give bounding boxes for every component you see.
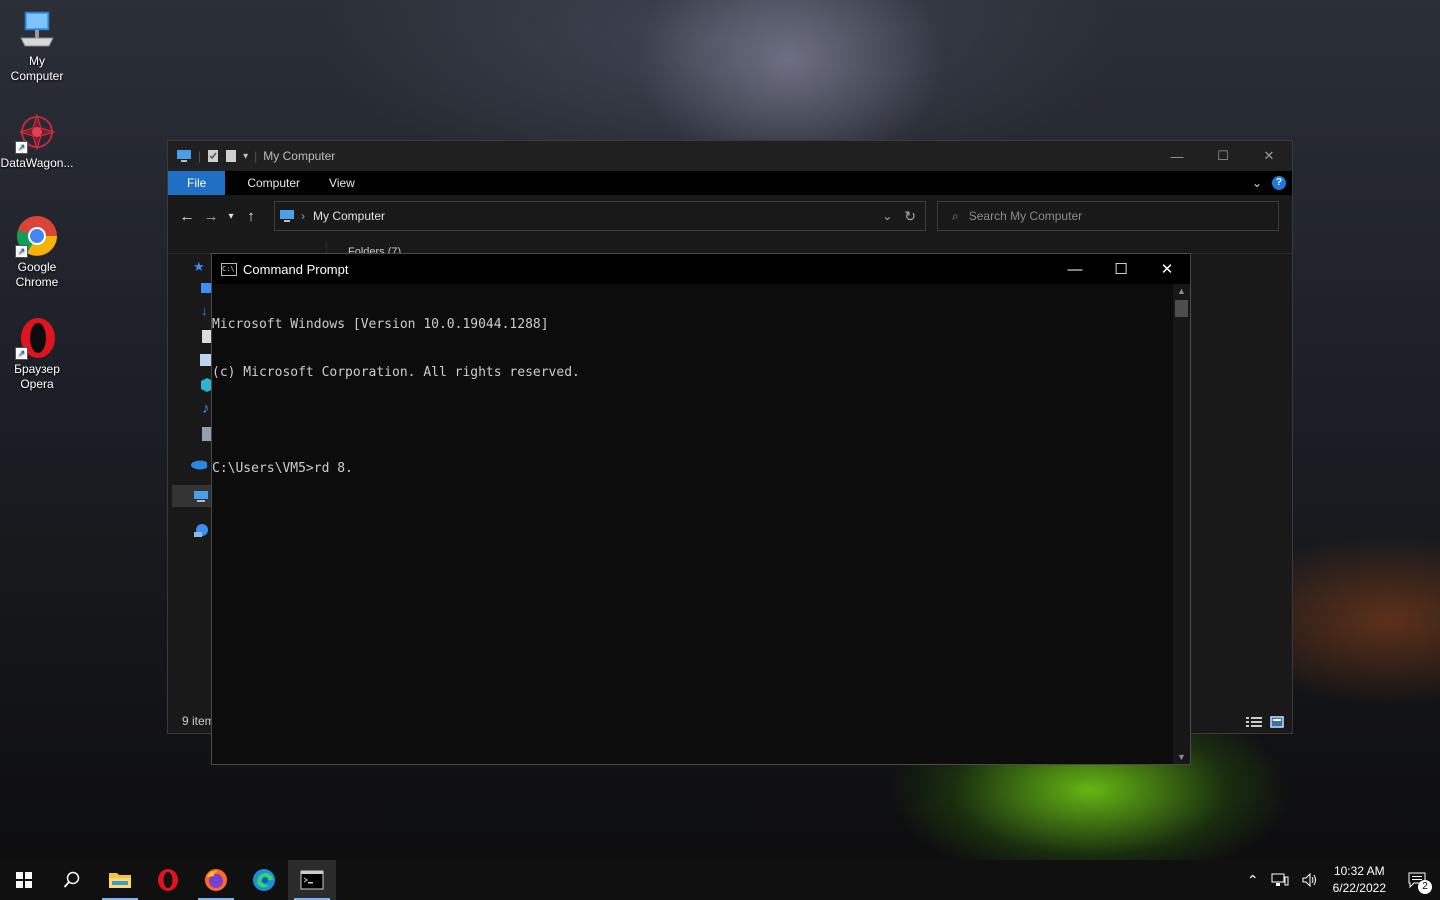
taskbar-firefox[interactable] [192, 860, 240, 900]
notification-badge: 2 [1418, 880, 1432, 894]
tab-file[interactable]: File [168, 171, 226, 195]
network-icon[interactable] [193, 523, 209, 537]
desktop-icon-label: Браузер Opera [14, 362, 60, 391]
desktop-icon-datawagon[interactable]: ↗ DataWagon... [0, 110, 74, 171]
taskbar-file-explorer[interactable] [96, 860, 144, 900]
console-prompt-line[interactable]: C:\Users\VM5>rd 8. [212, 461, 1173, 477]
start-icon [16, 872, 32, 888]
search-input[interactable]: Search My Computer [969, 209, 1082, 223]
scrollbar-thumb[interactable] [1175, 300, 1188, 317]
scroll-down-icon[interactable]: ▼ [1173, 752, 1190, 762]
desktop-icon-google-chrome[interactable]: ↗ Google Chrome [0, 214, 74, 290]
maximize-button[interactable]: ☐ [1200, 141, 1246, 171]
shortcut-arrow-icon: ↗ [15, 347, 28, 360]
back-arrow-icon[interactable]: ← [175, 208, 199, 225]
cmd-titlebar[interactable]: C:\ Command Prompt — ☐ ✕ [212, 254, 1190, 284]
command-prompt-icon: C:\ [221, 262, 237, 276]
ribbon-tabs: File Computer View ⌄ ? [168, 171, 1292, 195]
computer-icon [177, 150, 191, 162]
clock[interactable]: 10:32 AM 6/22/2022 [1325, 863, 1394, 897]
file-explorer-icon [109, 873, 131, 888]
console-line: (c) Microsoft Corporation. All rights re… [212, 365, 580, 380]
clock-date: 6/22/2022 [1332, 881, 1386, 895]
scroll-up-icon[interactable]: ▲ [1173, 286, 1190, 296]
shortcut-arrow-icon: ↗ [15, 141, 28, 154]
breadcrumb-my-computer[interactable]: My Computer [313, 209, 385, 223]
clock-time: 10:32 AM [1333, 864, 1385, 878]
tiles-view-icon[interactable] [1270, 716, 1284, 728]
firefox-icon [205, 869, 227, 891]
nav-item-my-computer[interactable] [172, 485, 212, 507]
separator: | [198, 149, 202, 163]
network-status-icon[interactable] [1271, 872, 1289, 888]
separator: | [254, 149, 258, 163]
edge-icon [253, 869, 275, 891]
maximize-button[interactable]: ☐ [1098, 254, 1144, 284]
search-button[interactable] [48, 860, 96, 900]
window-title: My Computer [263, 149, 336, 163]
console-output[interactable]: Microsoft Windows [Version 10.0.19044.12… [212, 284, 1173, 764]
recent-locations-icon[interactable]: ▾ [223, 211, 239, 222]
command-prompt-window[interactable]: C:\ Command Prompt — ☐ ✕ Microsoft Windo… [211, 253, 1191, 765]
opera-icon: ↗ [15, 316, 59, 360]
onedrive-icon[interactable] [191, 459, 207, 473]
start-button[interactable] [0, 860, 48, 900]
taskbar-opera[interactable] [144, 860, 192, 900]
datawagon-icon: ↗ [15, 110, 59, 154]
taskbar: ⌃ 10:32 AM 6/22/2022 2 [0, 860, 1440, 900]
shortcut-arrow-icon: ↗ [15, 245, 28, 258]
minimize-button[interactable]: — [1154, 141, 1200, 171]
group-header-folders[interactable]: Folders (7) [348, 245, 401, 253]
taskbar-command-prompt[interactable] [288, 860, 336, 900]
quick-access-star-icon[interactable]: ★ [193, 259, 209, 274]
desktop-icon-opera[interactable]: ↗ Браузер Opera [0, 316, 74, 392]
vertical-scrollbar[interactable]: ▲ ▼ [1173, 284, 1190, 764]
forward-arrow-icon[interactable]: → [199, 208, 223, 225]
chrome-icon: ↗ [15, 214, 59, 258]
search-box[interactable]: ⌕ Search My Computer [937, 201, 1279, 231]
console-line: Microsoft Windows [Version 10.0.19044.12… [212, 317, 549, 332]
tab-computer[interactable]: Computer [225, 171, 315, 195]
expand-ribbon-icon[interactable]: ⌄ [1252, 176, 1262, 190]
desktop-icon-my-computer[interactable]: My Computer [0, 8, 74, 84]
close-button[interactable]: ✕ [1144, 254, 1190, 284]
tab-view[interactable]: View [315, 171, 369, 195]
address-bar[interactable]: › My Computer ⌄ ↻ [274, 201, 926, 231]
opera-icon [158, 869, 178, 891]
minimize-button[interactable]: — [1052, 254, 1098, 284]
volume-icon[interactable] [1301, 872, 1319, 888]
computer-icon [194, 491, 208, 502]
details-view-icon[interactable] [1246, 716, 1262, 728]
properties-icon[interactable] [207, 149, 219, 163]
desktop-icon-label: Google Chrome [15, 260, 59, 289]
action-center-button[interactable]: 2 [1394, 860, 1440, 900]
search-icon: ⌕ [952, 208, 959, 223]
computer-icon [280, 210, 294, 222]
close-button[interactable]: ✕ [1246, 141, 1292, 171]
command-prompt-icon [300, 870, 324, 890]
address-dropdown-icon[interactable]: ⌄ [882, 209, 892, 223]
quick-access-dropdown-icon[interactable]: ▾ [243, 151, 248, 162]
search-icon [63, 871, 80, 888]
system-tray: ⌃ 10:32 AM 6/22/2022 2 [1241, 860, 1440, 900]
window-title: Command Prompt [243, 261, 349, 277]
computer-icon [15, 8, 59, 52]
breadcrumb-chevron-icon[interactable]: › [301, 209, 305, 223]
show-hidden-icons-chevron-icon[interactable]: ⌃ [1241, 872, 1265, 889]
up-arrow-icon[interactable]: ↑ [239, 208, 263, 225]
refresh-icon[interactable]: ↻ [904, 208, 916, 225]
help-icon[interactable]: ? [1272, 176, 1286, 190]
desktop-icon-label: DataWagon... [0, 156, 74, 170]
explorer-titlebar[interactable]: | ▾ | My Computer — ☐ ✕ [168, 141, 1292, 171]
desktop-icon-label: My Computer [10, 54, 64, 83]
new-folder-icon[interactable] [225, 149, 237, 163]
navigation-pane: ★ ↓ ♪ [168, 253, 214, 709]
taskbar-edge[interactable] [240, 860, 288, 900]
